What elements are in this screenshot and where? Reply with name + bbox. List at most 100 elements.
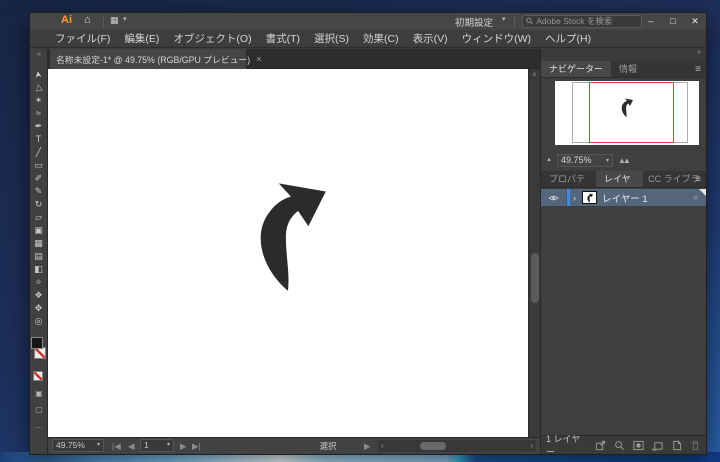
pencil-tool[interactable]: ✎ — [30, 185, 47, 198]
visibility-toggle[interactable] — [541, 189, 567, 206]
navigator-tab-bar: ナビゲーター 情報 ≡ — [541, 61, 706, 78]
mesh-tool[interactable]: ▤ — [30, 250, 47, 263]
panel-menu-icon[interactable]: ≡ — [695, 61, 701, 78]
minimize-button[interactable]: – — [640, 13, 662, 30]
eye-icon — [548, 194, 559, 202]
menu-object[interactable]: オブジェクト(O) — [166, 31, 258, 46]
menu-type[interactable]: 書式(T) — [259, 31, 307, 46]
close-tab-icon[interactable]: × — [256, 54, 261, 64]
shape-builder-tool[interactable]: ▣ — [30, 224, 47, 237]
artboard-canvas[interactable] — [48, 69, 528, 439]
collect-for-export-button[interactable] — [595, 440, 606, 451]
new-sublayer-button[interactable] — [652, 440, 663, 451]
document-area: 名称未設定-1* @ 49.75% (RGB/GPU プレビュー) × ∧ 49… — [48, 49, 540, 454]
chevron-down-icon[interactable]: ▾ — [123, 15, 127, 23]
screen-mode-button[interactable]: ▢ — [30, 405, 48, 414]
tools-panel: » ➤ ▷ ✶ ≈ ✒ T ╱ ▭ ✐ ✎ ↻ ▱ ▣ ▦ ▤ ◧ ✧ ❖ ✥ … — [30, 49, 48, 454]
first-artboard-button[interactable]: |◀ — [112, 438, 121, 454]
tab-properties[interactable]: プロパティ — [541, 171, 596, 187]
vertical-scroll-thumb[interactable] — [531, 253, 539, 303]
make-clipping-mask-button[interactable] — [633, 440, 644, 451]
search-icon — [526, 17, 533, 25]
direct-selection-tool[interactable]: ▷ — [31, 78, 47, 97]
navigator-zoom-field[interactable]: 49.75% ▾ — [557, 154, 613, 167]
layer-row[interactable]: › レイヤー 1 ○ — [541, 189, 706, 206]
gradient-tool[interactable]: ◧ — [30, 263, 47, 276]
chevron-down-icon[interactable]: ▾ — [502, 15, 506, 23]
line-segment-tool[interactable]: ╱ — [30, 146, 47, 159]
adobe-stock-search[interactable] — [522, 15, 642, 28]
chevron-down-icon: ▾ — [97, 440, 100, 451]
type-tool[interactable]: T — [30, 133, 47, 146]
last-artboard-button[interactable]: ▶| — [192, 438, 201, 454]
delete-layer-button[interactable] — [690, 440, 701, 451]
prev-artboard-button[interactable]: ◀ — [128, 438, 135, 454]
artboard-number: 1 — [144, 440, 149, 450]
zoom-out-icon[interactable]: ▲ — [546, 157, 552, 163]
layers-panel: プロパティ レイヤー CC ライブラリ ≡ › — [541, 171, 706, 454]
layer-thumbnail[interactable] — [582, 191, 597, 204]
app-logo-icon: Ai — [61, 14, 72, 26]
menu-bar: ファイル(F) 編集(E) オブジェクト(O) 書式(T) 選択(S) 効果(C… — [30, 30, 706, 48]
scroll-right-icon[interactable]: › — [530, 440, 533, 452]
status-tool-label: 選択 — [288, 438, 368, 454]
vertical-scrollbar[interactable]: ∧ — [528, 69, 540, 439]
scale-tool[interactable]: ▱ — [30, 211, 47, 224]
layer-selected-corner — [699, 189, 706, 196]
zoom-in-icon[interactable]: ▲▲ — [618, 156, 628, 165]
next-artboard-button[interactable]: ▶ — [180, 438, 187, 454]
tab-info[interactable]: 情報 — [611, 61, 645, 77]
menu-help[interactable]: ヘルプ(H) — [538, 31, 598, 46]
pen-tool[interactable]: ✒ — [30, 120, 47, 133]
zoom-level-field[interactable]: 49.75% ▾ — [52, 439, 104, 452]
menu-select[interactable]: 選択(S) — [307, 31, 356, 46]
horizontal-scroll-thumb[interactable] — [420, 442, 446, 450]
zoom-tool[interactable]: ◎ — [30, 315, 47, 328]
collapse-panels-icon[interactable]: » — [541, 49, 706, 61]
fill-swatch-black[interactable] — [31, 337, 43, 349]
maximize-button[interactable]: □ — [662, 13, 684, 30]
curved-arrow-artwork[interactable] — [245, 176, 337, 294]
expand-layer-icon[interactable]: › — [573, 193, 582, 203]
home-icon[interactable]: ⌂ — [84, 14, 91, 26]
workspace-switcher[interactable]: 初期設定 — [455, 15, 493, 29]
navigator-preview[interactable] — [555, 81, 699, 145]
document-tab[interactable]: 名称未設定-1* @ 49.75% (RGB/GPU プレビュー) × — [50, 49, 246, 69]
artboard-number-field[interactable]: 1 ▾ — [140, 439, 174, 452]
layer-name[interactable]: レイヤー 1 — [602, 191, 693, 205]
hand-tool[interactable]: ✥ — [30, 302, 47, 315]
search-input[interactable] — [536, 16, 638, 26]
horizontal-scrollbar[interactable]: ‹ › — [378, 440, 536, 452]
blend-tool[interactable]: ❖ — [30, 289, 47, 302]
collapse-toolbar-icon[interactable]: » — [30, 49, 47, 58]
menu-effect[interactable]: 効果(C) — [356, 31, 406, 46]
tab-layers[interactable]: レイヤー — [596, 171, 643, 187]
close-button[interactable]: ✕ — [684, 13, 706, 30]
new-layer-button[interactable] — [671, 440, 682, 451]
layer-count-label: 1 レイヤー — [546, 432, 585, 458]
menu-edit[interactable]: 編集(E) — [117, 31, 166, 46]
status-menu-arrow[interactable]: ▶ — [364, 438, 371, 454]
none-color-swatch[interactable] — [33, 371, 43, 381]
layer-target-icon[interactable]: ○ — [693, 193, 698, 202]
eyedropper-tool[interactable]: ✧ — [30, 276, 47, 289]
paintbrush-tool[interactable]: ✐ — [30, 172, 47, 185]
panel-menu-icon[interactable]: ≡ — [695, 171, 701, 188]
rotate-tool[interactable]: ↻ — [30, 198, 47, 211]
perspective-grid-tool[interactable]: ▦ — [30, 237, 47, 250]
scroll-left-icon[interactable]: ‹ — [381, 440, 384, 452]
locate-object-button[interactable] — [614, 440, 625, 451]
navigator-zoom-controls: ▲ 49.75% ▾ ▲▲ — [541, 150, 706, 170]
menu-view[interactable]: 表示(V) — [406, 31, 455, 46]
arrange-documents-icon[interactable]: ▦ — [110, 15, 119, 26]
layers-tab-bar: プロパティ レイヤー CC ライブラリ ≡ — [541, 171, 706, 188]
menu-file[interactable]: ファイル(F) — [48, 31, 117, 46]
layer-color-bar — [567, 189, 570, 206]
edit-toolbar-button[interactable]: … — [30, 421, 48, 430]
menu-window[interactable]: ウィンドウ(W) — [455, 31, 538, 46]
tab-navigator[interactable]: ナビゲーター — [541, 61, 611, 77]
rectangle-tool[interactable]: ▭ — [30, 159, 47, 172]
lasso-tool[interactable]: ≈ — [30, 107, 47, 120]
scroll-up-icon[interactable]: ∧ — [529, 69, 540, 78]
draw-mode-button[interactable]: ▣ — [30, 389, 48, 398]
